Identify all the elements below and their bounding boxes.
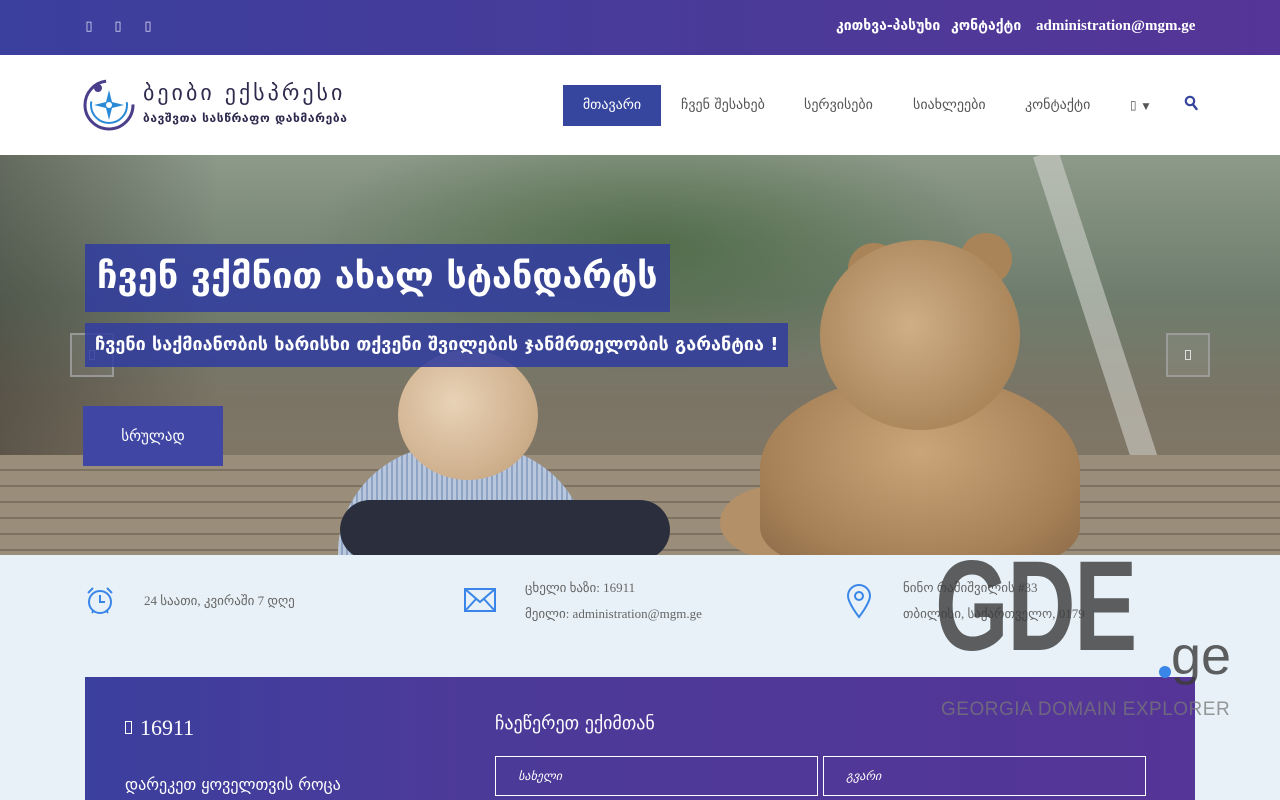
appointment-title: ჩაეწერეთ ექიმთან <box>495 713 655 734</box>
gde-watermark: GDE ge GEORGIA DOMAIN EXPLORER <box>935 543 1245 725</box>
slider-next-button[interactable] <box>1166 333 1210 377</box>
hotline-text: ცხელი ხაზი: 16911 <box>525 580 636 595</box>
watermark-caption: GEORGIA DOMAIN EXPLORER <box>941 699 1231 720</box>
nav-about[interactable]: ჩვენ შესახებ <box>681 85 765 126</box>
chevron-down-icon: ▼ <box>1142 102 1150 112</box>
faq-link[interactable]: კითხვა-პასუხი <box>836 18 940 34</box>
top-bar: ▯ ▯ ▯ კითხვა-პასუხი კონტაქტი administrat… <box>0 0 1280 55</box>
nav-news[interactable]: სიახლეები <box>913 85 986 126</box>
language-dropdown[interactable]: ▯ ▼ <box>1130 85 1149 126</box>
twitter-icon[interactable]: ▯ <box>111 18 125 36</box>
call-text: დარეკეთ ყოველთვის როცა <box>125 775 341 794</box>
watermark-tld: ge <box>1171 626 1232 686</box>
logo-subtitle: ბავშვთა სასწრაფო დახმარება <box>143 111 348 125</box>
first-name-input[interactable] <box>495 756 818 796</box>
chevron-right-icon <box>1185 350 1191 360</box>
hero-title: ჩვენ ვქმნით ახალ სტანდარტს <box>85 244 670 312</box>
logo-title[interactable]: ბეიბი ექსპრესი <box>143 81 345 106</box>
nav-home[interactable]: მთავარი <box>563 85 661 126</box>
search-icon[interactable] <box>1184 95 1198 113</box>
nav-contact[interactable]: კონტაქტი <box>1025 85 1090 126</box>
nav-services[interactable]: სერვისები <box>804 85 873 126</box>
top-email-link[interactable]: administration@mgm.ge <box>1036 18 1195 35</box>
working-hours: 24 საათი, კვირაში 7 დღე <box>144 593 295 608</box>
envelope-icon <box>464 587 496 617</box>
top-contact-link[interactable]: კონტაქტი <box>951 18 1021 34</box>
logo-icon[interactable] <box>82 78 136 132</box>
hero-subtitle: ჩვენი საქმიანობის ხარისხი თქვენი შვილები… <box>85 323 789 367</box>
alarm-clock-icon <box>84 585 116 621</box>
facebook-icon[interactable]: ▯ <box>82 18 96 36</box>
instagram-icon[interactable]: ▯ <box>141 18 155 36</box>
phone-number[interactable]: 16911 <box>125 715 194 741</box>
watermark-dot <box>1159 666 1171 678</box>
call-card: 16911 დარეკეთ ყოველთვის როცა <box>85 677 455 800</box>
read-more-button[interactable]: სრულად <box>83 406 223 466</box>
flag-icon: ▯ <box>1130 98 1137 112</box>
hero-slider: ჩვენ ვქმნით ახალ სტანდარტს ჩვენი საქმიან… <box>0 155 1280 555</box>
mail-text: მეილი: administration@mgm.ge <box>525 606 702 621</box>
location-pin-icon <box>845 583 873 623</box>
last-name-input[interactable] <box>823 756 1146 796</box>
watermark-brand: GDE <box>935 535 1137 678</box>
phone-icon <box>125 721 132 734</box>
main-header: ბეიბი ექსპრესი ბავშვთა სასწრაფო დახმარებ… <box>0 55 1280 155</box>
